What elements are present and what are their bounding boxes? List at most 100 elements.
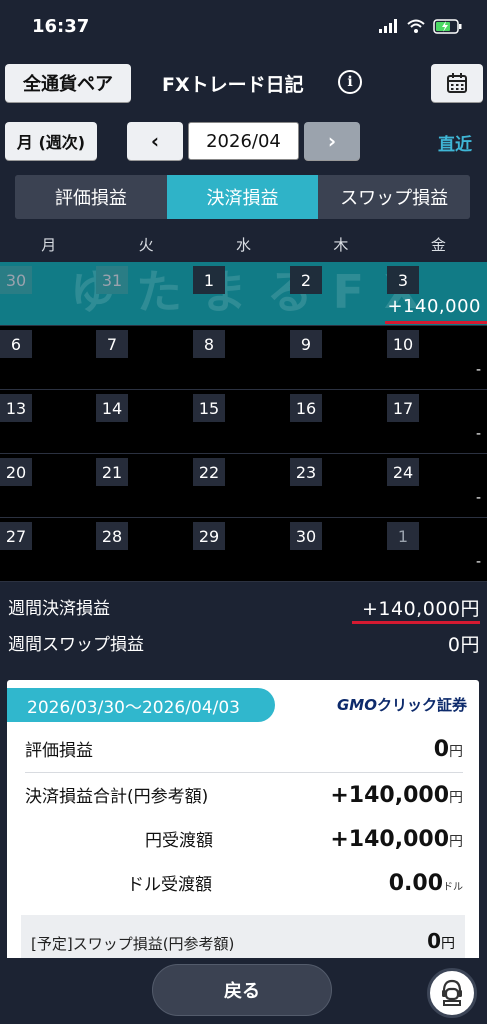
card-row-usd-delivery: ドル受渡額 0.00ドル <box>25 870 463 896</box>
card-row-label: 決済損益合計(円参考額) <box>25 787 209 807</box>
period-nav: 月 (週次) ‹ 2026/04 › 直近 <box>0 120 487 162</box>
calendar-day[interactable]: 13 <box>0 394 32 422</box>
weekly-swap-label: 週間スワップ損益 <box>8 635 144 655</box>
period-mode-button[interactable]: 月 (週次) <box>5 122 97 160</box>
broker-logo: GMOクリック証券 <box>337 694 467 715</box>
prev-month-button[interactable]: ‹ <box>127 122 183 160</box>
pending-swap-value-wrap: 0円 <box>427 929 455 953</box>
date-range-badge: 2026/03/30～2026/04/03 <box>7 688 275 722</box>
calendar-day[interactable]: 14 <box>96 394 128 422</box>
calendar-day[interactable]: 8 <box>193 330 225 358</box>
week-result: - <box>475 554 481 570</box>
card-row-yen-delivery: 円受渡額 +140,000円 <box>25 826 463 852</box>
week-result: +140,000 <box>387 296 481 317</box>
calendar-week-row: 20 21 22 23 24 - <box>0 454 487 518</box>
card-row-label: 評価損益 <box>25 741 93 761</box>
calendar-day[interactable]: 6 <box>0 330 32 358</box>
calendar-week-row: 6 7 8 9 10 - <box>0 326 487 390</box>
card-row-label: 円受渡額 <box>145 831 213 851</box>
brand-click: クリック <box>376 696 437 714</box>
calendar-day[interactable]: 27 <box>0 522 32 550</box>
status-icons <box>379 18 463 34</box>
tab-settled-pnl[interactable]: 決済損益 <box>166 175 319 219</box>
card-row-label: ドル受渡額 <box>127 875 212 895</box>
card-row-value: +140,000 <box>330 783 449 808</box>
weekly-settled-label: 週間決済損益 <box>8 599 110 619</box>
brand-gmo: GMO <box>336 696 377 714</box>
tab-swap-pnl[interactable]: スワップ損益 <box>318 175 470 219</box>
calendar-day[interactable]: 10 <box>387 330 419 358</box>
latest-link[interactable]: 直近 <box>438 130 472 155</box>
calendar-day[interactable]: 23 <box>290 458 322 486</box>
calendar-day[interactable]: 15 <box>193 394 225 422</box>
info-icon[interactable]: i <box>338 70 362 94</box>
brand-rest: 証券 <box>436 696 467 714</box>
status-time: 16:37 <box>32 15 90 37</box>
wifi-icon <box>407 19 425 33</box>
weekly-detail-card: 2026/03/30～2026/04/03 GMOクリック証券 評価損益 0円 … <box>7 680 479 970</box>
support-button[interactable] <box>427 968 477 1018</box>
calendar-grid: ゆたまるFX 30 31 1 2 3 +140,000 6 7 8 9 10-13 14 15 16 17-2… <box>0 262 487 582</box>
calendar-icon <box>447 73 467 93</box>
chevron-right-icon: › <box>327 129 337 153</box>
tab-valuation-pnl[interactable]: 評価損益 <box>15 175 167 219</box>
calendar-day[interactable]: 2 <box>290 266 322 294</box>
week-result: - <box>475 362 481 378</box>
operator-icon <box>442 979 462 1006</box>
pending-swap-value: 0 <box>427 929 441 953</box>
next-month-button[interactable]: › <box>304 122 360 160</box>
card-row-unit: 円 <box>449 744 463 760</box>
status-bar: 16:37 <box>0 0 487 52</box>
calendar-day[interactable]: 7 <box>96 330 128 358</box>
calendar-day[interactable]: 16 <box>290 394 322 422</box>
header: 全通貨ペア FXトレード日記 i <box>0 60 487 108</box>
weekly-settled-row: 週間決済損益 +140,000円 <box>8 594 480 621</box>
back-button[interactable]: 戻る <box>152 964 332 1016</box>
divider <box>25 772 463 773</box>
calendar-day[interactable]: 20 <box>0 458 32 486</box>
card-row-unit: 円 <box>449 834 463 850</box>
card-row-value: +140,000 <box>330 827 449 852</box>
pending-swap-unit: 円 <box>441 936 455 952</box>
card-row-value: 0 <box>433 737 449 762</box>
calendar-day[interactable]: 1 <box>387 522 419 550</box>
calendar-week-row: 13 14 15 16 17 - <box>0 390 487 454</box>
calendar-day[interactable]: 9 <box>290 330 322 358</box>
calendar-week-row: ゆたまるFX 30 31 1 2 3 +140,000 <box>0 262 487 326</box>
card-row-settled-total: 決済損益合計(円参考額) +140,000円 <box>25 782 463 808</box>
calendar-day[interactable]: 22 <box>193 458 225 486</box>
calendar-day[interactable]: 21 <box>96 458 128 486</box>
battery-icon <box>433 18 462 34</box>
calendar-day[interactable]: 17 <box>387 394 419 422</box>
page-title: FXトレード日記 <box>162 74 304 96</box>
week-result: - <box>475 426 481 442</box>
weekly-summary: 週間決済損益 +140,000円 週間スワップ損益 0円 <box>0 586 487 672</box>
week-result: - <box>475 490 481 506</box>
calendar-day[interactable]: 30 <box>290 522 322 550</box>
calendar-day[interactable]: 1 <box>193 266 225 294</box>
signal-icon <box>379 19 397 33</box>
card-row-unit: 円 <box>449 790 463 806</box>
card-row-valuation: 評価損益 0円 <box>25 736 463 762</box>
calendar-day[interactable]: 28 <box>96 522 128 550</box>
card-row-value: 0.00 <box>388 871 443 896</box>
calendar-day[interactable]: 24 <box>387 458 419 486</box>
calendar-day[interactable]: 31 <box>96 266 128 294</box>
highlight-underline <box>352 621 480 624</box>
weekly-settled-value: +140,000円 <box>362 598 480 620</box>
card-row-unit: ドル <box>443 882 463 893</box>
currency-pair-button[interactable]: 全通貨ペア <box>5 64 131 102</box>
highlight-underline <box>385 321 487 324</box>
calendar-button[interactable] <box>431 64 483 102</box>
pending-swap-label: [予定]スワップ損益(円参考額) <box>31 935 235 953</box>
weekly-swap-value: 0円 <box>447 634 480 656</box>
chevron-left-icon: ‹ <box>150 129 160 153</box>
calendar-day[interactable]: 3 <box>387 266 419 294</box>
bottom-bar: 戻る <box>0 958 487 1024</box>
pnl-tabs: 評価損益 決済損益 スワップ損益 <box>15 175 470 219</box>
calendar-week-row: 27 28 29 30 1 - <box>0 518 487 582</box>
calendar-day[interactable]: 30 <box>0 266 32 294</box>
weekly-swap-row: 週間スワップ損益 0円 <box>8 630 480 657</box>
month-display[interactable]: 2026/04 <box>188 122 299 160</box>
calendar-day[interactable]: 29 <box>193 522 225 550</box>
